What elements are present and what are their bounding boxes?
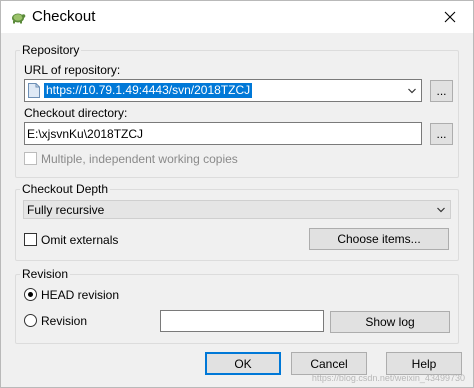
head-revision-radio[interactable] — [24, 288, 37, 301]
cancel-button[interactable]: Cancel — [291, 352, 367, 375]
repository-legend: Repository — [20, 43, 82, 57]
revision-legend: Revision — [20, 267, 71, 281]
tortoisesvn-icon — [12, 13, 26, 24]
depth-selected-value: Fully recursive — [27, 203, 105, 217]
show-log-button[interactable]: Show log — [330, 311, 450, 333]
close-button[interactable] — [427, 1, 473, 33]
omit-externals-checkbox[interactable] — [24, 233, 37, 246]
help-button[interactable]: Help — [386, 352, 462, 375]
browse-directory-button[interactable]: ... — [430, 123, 453, 145]
watermark-text: https://blog.csdn.net/weixin_43499730 — [311, 373, 465, 383]
url-value: https://10.79.1.49:4443/svn/2018TZCJ — [44, 83, 253, 98]
dialog-title: Checkout — [32, 8, 96, 25]
head-revision-label: HEAD revision — [41, 288, 120, 302]
specific-revision-label: Revision — [41, 314, 88, 328]
revision-group: Revision — [15, 267, 459, 344]
choose-items-button[interactable]: Choose items... — [309, 228, 449, 250]
revision-number-input[interactable] — [160, 310, 324, 332]
url-label: URL of repository: — [24, 63, 121, 77]
multiple-working-copies-checkbox[interactable] — [24, 152, 37, 165]
checkout-directory-input[interactable]: E:\xjsvnKu\2018TZCJ — [24, 122, 422, 145]
chevron-down-icon[interactable] — [407, 86, 417, 96]
checkout-directory-label: Checkout directory: — [24, 106, 128, 120]
title-bar: Checkout — [1, 1, 473, 33]
omit-externals-label: Omit externals — [41, 233, 119, 247]
checkout-dialog: Checkout Repository URL of repository: h… — [0, 0, 474, 388]
multiple-working-copies-label: Multiple, independent working copies — [41, 152, 238, 166]
specific-revision-radio[interactable] — [24, 314, 37, 327]
document-icon — [28, 83, 40, 98]
ok-button[interactable]: OK — [205, 352, 281, 375]
chevron-down-icon[interactable] — [436, 205, 446, 215]
url-combo[interactable]: https://10.79.1.49:4443/svn/2018TZCJ — [24, 79, 422, 102]
depth-select[interactable]: Fully recursive — [23, 200, 451, 219]
browse-url-button[interactable]: ... — [430, 80, 453, 102]
close-icon — [444, 11, 456, 23]
checkout-directory-value: E:\xjsvnKu\2018TZCJ — [27, 127, 144, 141]
checkout-depth-legend: Checkout Depth — [20, 182, 111, 196]
